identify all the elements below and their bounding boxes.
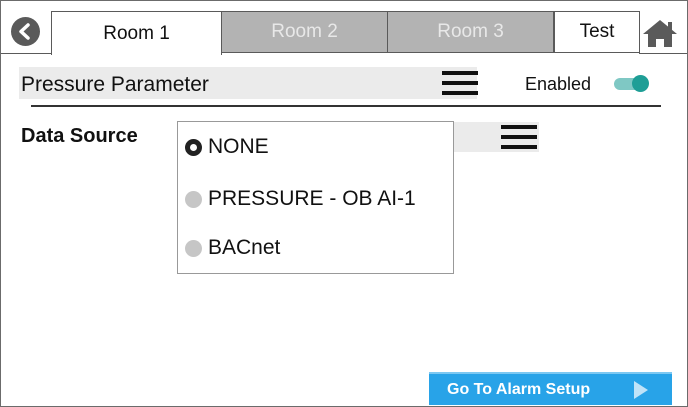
tab-bar: Room 1 Room 2 Room 3 Test [1, 1, 687, 55]
option-label: NONE [208, 135, 269, 158]
chevron-right-icon [634, 381, 648, 399]
radio-unselected-icon [185, 190, 202, 208]
enabled-toggle[interactable] [614, 75, 649, 92]
option-label: PRESSURE - OB AI-1 [208, 187, 416, 210]
option-label: BACnet [208, 236, 281, 259]
tab-test[interactable]: Test [554, 11, 640, 53]
tab-underline-left [1, 53, 52, 54]
tab-underline-right [639, 53, 687, 54]
radio-unselected-icon [185, 239, 202, 257]
go-to-alarm-setup-button[interactable]: Go To Alarm Setup [429, 372, 672, 405]
alarm-button-label: Go To Alarm Setup [447, 381, 591, 398]
section-divider [31, 105, 661, 107]
option-bacnet[interactable]: BACnet [185, 232, 280, 264]
tab-room-2[interactable]: Room 2 [221, 11, 388, 53]
device-screen: Room 1 Room 2 Room 3 Test Pressure Param… [0, 0, 688, 407]
tab-room-1[interactable]: Room 1 [51, 11, 222, 55]
data-source-menu-icon[interactable] [501, 124, 537, 150]
home-icon[interactable] [641, 18, 679, 48]
parameter-menu-icon[interactable] [442, 70, 478, 96]
parameter-title: Pressure Parameter [21, 73, 209, 96]
radio-selected-icon [185, 138, 202, 156]
data-source-label: Data Source [21, 125, 138, 147]
tab-room-3[interactable]: Room 3 [387, 11, 554, 53]
option-pressure-ob-ai-1[interactable]: PRESSURE - OB AI-1 [185, 183, 416, 215]
option-none[interactable]: NONE [185, 131, 269, 163]
enabled-label: Enabled [525, 74, 592, 94]
back-icon[interactable] [11, 17, 40, 46]
toggle-knob [632, 75, 649, 92]
